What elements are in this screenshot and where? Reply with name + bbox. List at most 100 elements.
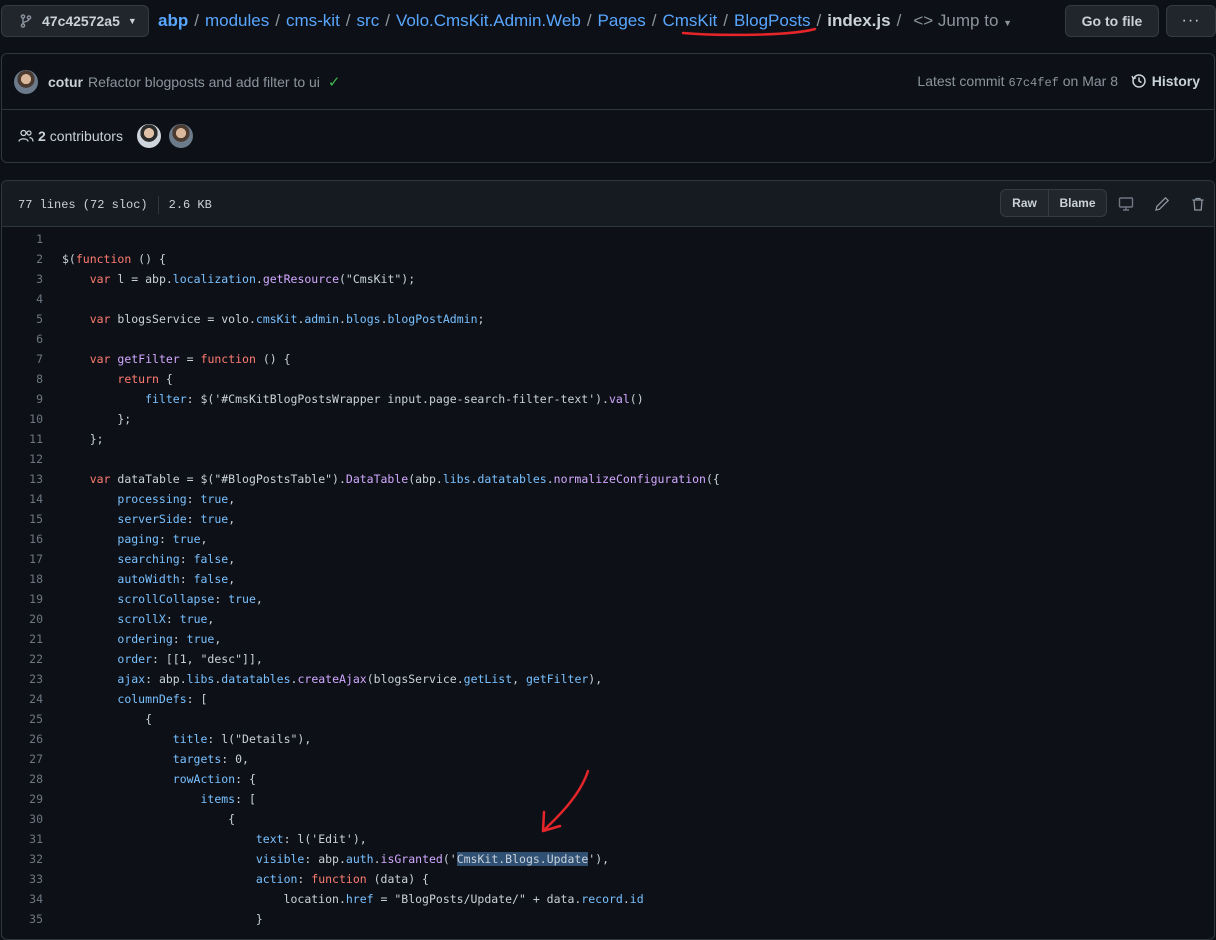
trash-icon[interactable] <box>1188 194 1208 214</box>
people-icon <box>18 129 34 142</box>
code-text: $(function () { <box>62 252 166 266</box>
code-text: { <box>62 712 153 726</box>
line-number[interactable]: 5 <box>2 309 62 329</box>
top-bar: 47c42572a5 ▼ abp / modules / cms-kit / s… <box>0 0 1216 44</box>
commit-info-box: cotur Refactor blogposts and add filter … <box>1 53 1215 163</box>
code-text: text: l('Edit'), <box>255 832 367 846</box>
file-info: 77 lines (72 sloc) 2.6 KB <box>18 196 212 214</box>
kebab-icon[interactable]: ··· <box>1166 5 1216 37</box>
line-number[interactable]: 8 <box>2 369 62 389</box>
code-text: }; <box>62 432 104 446</box>
line-number[interactable]: 22 <box>2 649 62 669</box>
commit-sha[interactable]: 67c4fef <box>1008 76 1058 90</box>
line-number[interactable]: 17 <box>2 549 62 569</box>
caret-down-icon: ▼ <box>127 16 137 26</box>
code-line: 25 { <box>2 709 1214 729</box>
commit-message[interactable]: Refactor blogposts and add filter to ui <box>88 74 320 90</box>
line-number[interactable]: 19 <box>2 589 62 609</box>
line-number[interactable]: 7 <box>2 349 62 369</box>
line-number[interactable]: 1 <box>2 229 62 249</box>
pencil-icon[interactable] <box>1152 194 1172 214</box>
line-number[interactable]: 10 <box>2 409 62 429</box>
history-link[interactable]: History <box>1131 73 1200 89</box>
code-line: 2 $(function () { <box>2 249 1214 269</box>
line-number[interactable]: 20 <box>2 609 62 629</box>
branch-select-button[interactable]: 47c42572a5 ▼ <box>1 5 149 37</box>
line-number[interactable]: 18 <box>2 569 62 589</box>
line-number[interactable]: 27 <box>2 749 62 769</box>
line-number[interactable]: 11 <box>2 429 62 449</box>
line-number[interactable]: 30 <box>2 809 62 829</box>
divider <box>157 196 159 214</box>
line-number[interactable]: 26 <box>2 729 62 749</box>
blame-button[interactable]: Blame <box>1049 189 1107 217</box>
breadcrumb-link-cmskit[interactable]: CmsKit <box>662 11 717 31</box>
desktop-icon[interactable] <box>1116 194 1136 214</box>
code-listing: 1 2 $(function () {3 var l = abp.localizat… <box>2 227 1214 929</box>
breadcrumb-link-blogposts[interactable]: BlogPosts <box>734 11 811 31</box>
line-number[interactable]: 12 <box>2 449 62 469</box>
line-number[interactable]: 32 <box>2 849 62 869</box>
code-text: order: [[1, "desc"]], <box>117 652 263 666</box>
code-line: 27 targets: 0, <box>2 749 1214 769</box>
line-number[interactable]: 13 <box>2 469 62 489</box>
line-number[interactable]: 2 <box>2 249 62 269</box>
code-line: 6 <box>2 329 1214 349</box>
code-text: } <box>62 912 263 926</box>
code-line: 20 scrollX: true, <box>2 609 1214 629</box>
line-number[interactable]: 6 <box>2 329 62 349</box>
line-number[interactable]: 35 <box>2 909 62 929</box>
commit-date: on Mar 8 <box>1062 73 1118 89</box>
breadcrumb-link-admin-web[interactable]: Volo.CmsKit.Admin.Web <box>396 11 581 31</box>
avatar[interactable] <box>14 69 38 94</box>
line-number[interactable]: 28 <box>2 769 62 789</box>
latest-commit-label: Latest commit <box>917 73 1005 89</box>
breadcrumb-link-src[interactable]: src <box>357 11 380 31</box>
go-to-file-button[interactable]: Go to file <box>1065 5 1159 37</box>
code-line: 14 processing: true, <box>2 489 1214 509</box>
code-line: 9 filter: $('#CmsKitBlogPostsWrapper inp… <box>2 389 1214 409</box>
avatar[interactable] <box>168 124 193 148</box>
line-number[interactable]: 14 <box>2 489 62 509</box>
line-number[interactable]: 29 <box>2 789 62 809</box>
code-text: targets: 0, <box>172 752 249 766</box>
breadcrumb-link-pages[interactable]: Pages <box>598 11 646 31</box>
line-number[interactable]: 3 <box>2 269 62 289</box>
line-number[interactable]: 31 <box>2 829 62 849</box>
line-number[interactable]: 34 <box>2 889 62 909</box>
breadcrumb-link-cms-kit[interactable]: cms-kit <box>286 11 340 31</box>
breadcrumb-repo-link[interactable]: abp <box>158 11 188 31</box>
line-number[interactable]: 33 <box>2 869 62 889</box>
code-text: title: l("Details"), <box>172 732 312 746</box>
contributors-label: contributors <box>49 128 123 144</box>
code-text: visible: abp.auth.isGranted('CmsKit.Blog… <box>255 852 610 866</box>
raw-button[interactable]: Raw <box>1000 189 1049 217</box>
code-text: columnDefs: [ <box>117 692 208 706</box>
code-line: 35 } <box>2 909 1214 929</box>
contributor-avatars <box>136 124 193 148</box>
line-number[interactable]: 4 <box>2 289 62 309</box>
contributors-link[interactable]: 2 contributors <box>18 128 123 144</box>
file-tools <box>1116 194 1208 214</box>
line-number[interactable]: 16 <box>2 529 62 549</box>
line-number[interactable]: 9 <box>2 389 62 409</box>
line-number[interactable]: 24 <box>2 689 62 709</box>
check-icon[interactable]: ✓ <box>328 73 341 91</box>
latest-commit-info: Latest commit 67c4fef on Mar 8 <box>917 73 1118 90</box>
code-line: 31 text: l('Edit'), <box>2 829 1214 849</box>
code-text: var blogsService = volo.cmsKit.admin.blo… <box>89 312 485 326</box>
code-line: 5 var blogsService = volo.cmsKit.admin.b… <box>2 309 1214 329</box>
commit-author[interactable]: cotur <box>48 74 83 90</box>
line-number[interactable]: 25 <box>2 709 62 729</box>
code-line: 11 }; <box>2 429 1214 449</box>
jump-to-menu[interactable]: <> Jump to ▼ <box>913 11 1012 31</box>
code-line: 24 columnDefs: [ <box>2 689 1214 709</box>
line-number[interactable]: 21 <box>2 629 62 649</box>
selected-text: CmsKit.Blogs.Update <box>456 852 589 866</box>
breadcrumb-link-modules[interactable]: modules <box>205 11 269 31</box>
line-number[interactable]: 23 <box>2 669 62 689</box>
avatar[interactable] <box>136 124 161 148</box>
code-text: serverSide: true, <box>117 512 236 526</box>
line-number[interactable]: 15 <box>2 509 62 529</box>
code-text: var dataTable = $("#BlogPostsTable").Dat… <box>89 472 720 486</box>
